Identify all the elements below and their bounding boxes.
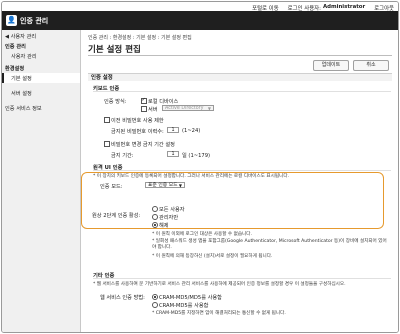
twofa-note-2: * 일회성 패스워드 생성 앱을 포함그룹(Google Authenticat… — [152, 239, 387, 250]
period-label: 금지 기간: — [111, 153, 134, 159]
twofa-note-1: * 이 원칙 이외에 로그인 대상은 사용할 수 없습니다. — [152, 232, 252, 237]
local-device-label: 로컬 디바이스 — [148, 99, 179, 105]
prev-password-count-label: 금지된 비밀번호 이력수: — [111, 129, 164, 135]
other-auth-note: * 웹 서비스를 사용하여 문 기반하기로 서비스 관리 서비스를 사용하에 제… — [93, 282, 346, 287]
sidebar-section-auth: 인증 관리 — [5, 44, 26, 50]
sidebar-item-basic-settings[interactable]: 기본 설정 — [11, 75, 32, 82]
local-device-checkbox[interactable] — [141, 97, 147, 104]
app-title: 인증 관리 — [20, 17, 49, 25]
twofa-note-3: * 이 원칙에 의해 등장하신 (설치)서로 설정이 필요하게 됩니다. — [152, 254, 273, 259]
divider — [93, 278, 391, 279]
web-auth-md5-label: CRAM-MD5를 사용함 — [159, 303, 209, 309]
sidebar-item-users[interactable]: 사용자 관리 — [11, 53, 37, 60]
breadcrumb: 인증 관리 : 환경설정 : 기본 설정 : 기본 설정 편집 — [88, 35, 192, 41]
prev-password-count-input[interactable]: 1 — [167, 127, 179, 133]
web-auth-note: * CRAM-MD5를 지정하면 암이 해결처리되는 통신할 수 없게 됩니다. — [152, 311, 286, 316]
page-title: 기본 설정 편집 — [88, 45, 141, 55]
update-button[interactable]: 업데이트 — [313, 60, 349, 71]
window-frame: 포털로 이동 로그인 사용자: Administrator 로그아웃 👤 인증 … — [1, 1, 399, 333]
cancel-button[interactable]: 취소 — [353, 60, 389, 71]
web-auth-method-label: 웹 서비스 인증 방법: — [100, 295, 145, 301]
auth-method-label: 인증 방식: — [104, 99, 127, 105]
twofa-highlight-box — [81, 172, 384, 229]
chevron-down-icon: ▼ — [207, 106, 211, 111]
server-checkbox[interactable] — [141, 106, 147, 112]
top-links-bar: 포털로 이동 로그인 사용자: Administrator 로그아웃 — [2, 2, 398, 12]
server-type-value: Active Directory — [165, 106, 204, 111]
prev-password-restrict-label: 이전 비밀번호 사용 제한 — [111, 118, 164, 124]
period-unit: 일 (1~179) — [182, 153, 211, 159]
prev-password-range: (1~24) — [182, 128, 201, 134]
prev-password-restrict-checkbox[interactable] — [104, 117, 110, 123]
password-period-label: 비밀번호 변경 금지 기간 설정 — [111, 142, 175, 148]
web-auth-md5-sha-label: CRAM-MD5/MD5를 사용함 — [159, 295, 222, 301]
sidebar: ◀ 사용자 관리 인증 관리 사용자 관리 환경설정 기본 설정 서버 설정 인… — [2, 30, 81, 332]
sidebar-section-settings: 환경설정 — [5, 66, 25, 72]
web-auth-md5-sha-radio[interactable] — [152, 294, 158, 300]
web-auth-md5-radio[interactable] — [152, 302, 158, 308]
server-label: 서버 — [148, 107, 158, 113]
user-key-icon: 👤 — [6, 15, 17, 26]
app-header: 👤 인증 관리 — [2, 11, 398, 30]
server-type-select[interactable]: Active Directory ▼ — [162, 105, 214, 111]
sidebar-item-service-info[interactable]: 인증 서비스 정보 — [5, 105, 42, 112]
divider — [93, 170, 391, 171]
sidebar-item-server-settings[interactable]: 서버 설정 — [11, 90, 32, 97]
divider — [93, 91, 391, 92]
title-divider — [88, 55, 392, 56]
password-period-checkbox[interactable] — [104, 141, 110, 147]
section-auth-settings: 인증 설정 — [88, 73, 392, 81]
sidebar-back-user-management[interactable]: ◀ 사용자 관리 — [5, 33, 36, 40]
period-input[interactable]: 1 — [167, 151, 179, 157]
